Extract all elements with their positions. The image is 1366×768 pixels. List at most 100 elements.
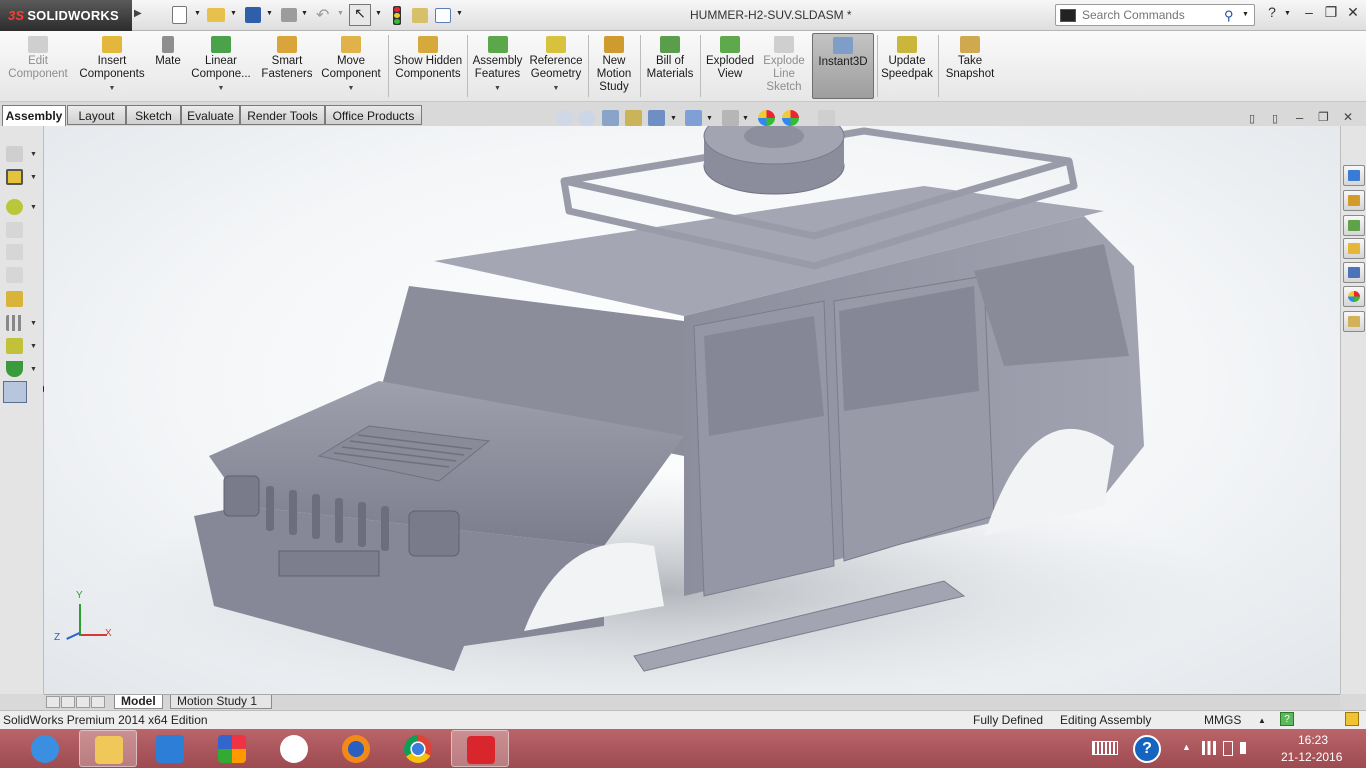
assembly-features-button[interactable]: Assembly Features ▼: [470, 33, 525, 99]
hide-show-dropdown-icon[interactable]: ▼: [742, 115, 749, 122]
flyout-arrow-icon[interactable]: ▼: [30, 343, 37, 350]
open-dropdown-icon[interactable]: ▼: [230, 10, 237, 17]
view-orientation-icon[interactable]: [648, 110, 665, 126]
show-hidden-components-button[interactable]: Show Hidden Components: [392, 33, 464, 99]
properties-tab[interactable]: [1343, 262, 1365, 283]
select-dropdown-icon[interactable]: ▼: [375, 10, 382, 17]
new-document-icon[interactable]: [172, 6, 187, 24]
flyout-arrow-icon[interactable]: ▼: [30, 151, 37, 158]
file-explorer-tab[interactable]: [1343, 215, 1365, 236]
battery-icon[interactable]: [1223, 741, 1233, 756]
sphere-icon[interactable]: [6, 199, 23, 215]
copy-component-icon[interactable]: [6, 146, 23, 162]
print-icon[interactable]: [281, 8, 297, 22]
taskbar-firefox[interactable]: [327, 730, 385, 767]
tile-vertical-icon[interactable]: ▯: [1272, 112, 1278, 125]
prev-tab-arrow[interactable]: [61, 696, 75, 708]
tab-motion-study[interactable]: Motion Study 1: [170, 695, 272, 709]
undo-dropdown-icon[interactable]: ▼: [337, 10, 344, 17]
curve-icon[interactable]: [6, 361, 23, 377]
flyout-arrow-icon[interactable]: ▼: [30, 174, 37, 181]
graphics-area[interactable]: Y X Z: [44, 126, 1340, 694]
first-tab-arrow[interactable]: [46, 696, 60, 708]
tab-model[interactable]: Model: [114, 695, 163, 709]
volume-icon[interactable]: [1240, 742, 1252, 754]
section-view-icon[interactable]: [625, 110, 642, 126]
view-palette-tab[interactable]: [1343, 238, 1365, 259]
clock-time[interactable]: 16:23: [1298, 733, 1328, 747]
zoom-to-fit-icon[interactable]: [556, 110, 573, 126]
open-folder-icon[interactable]: [207, 8, 225, 22]
tab-render-tools[interactable]: Render Tools: [240, 105, 325, 125]
help-tray-icon[interactable]: ?: [1133, 735, 1161, 763]
component-properties-icon[interactable]: [6, 291, 23, 307]
next-tab-arrow[interactable]: [76, 696, 90, 708]
taskbar-solidworks[interactable]: [451, 730, 509, 767]
flyout-arrow-icon[interactable]: ▼: [30, 320, 37, 327]
reference-point-icon[interactable]: [6, 338, 23, 354]
restore-button[interactable]: ❐: [1320, 4, 1342, 24]
show-hidden-icons-arrow[interactable]: ▲: [1182, 742, 1191, 752]
tab-office-products[interactable]: Office Products: [325, 105, 422, 125]
linear-pattern-dropdown-icon[interactable]: ▼: [188, 82, 254, 95]
hide-show-items-icon[interactable]: [722, 110, 739, 126]
appearances-tab[interactable]: [1343, 286, 1365, 307]
taskbar-photo-app[interactable]: [203, 730, 261, 767]
search-dropdown-icon[interactable]: ▼: [1242, 11, 1249, 18]
search-input[interactable]: [1082, 7, 1222, 23]
search-icon[interactable]: ⚲: [1224, 8, 1234, 24]
component-frame-icon[interactable]: [6, 169, 23, 185]
select-cursor-icon[interactable]: ↖: [349, 4, 371, 26]
taskbar-chrome[interactable]: [389, 730, 447, 767]
edit-component-button[interactable]: Edit Component: [4, 33, 72, 99]
undo-icon[interactable]: ↶: [316, 5, 329, 25]
view-orientation-dropdown-icon[interactable]: ▼: [670, 115, 677, 122]
options-dropdown-icon[interactable]: ▼: [456, 10, 463, 17]
instant3d-button[interactable]: Instant3D: [812, 33, 874, 99]
minimize-button[interactable]: –: [1298, 4, 1320, 24]
taskbar-file-explorer[interactable]: [79, 730, 137, 767]
mate-button[interactable]: Mate: [150, 33, 186, 99]
display-style-icon[interactable]: [685, 110, 702, 126]
notification-icon[interactable]: [1345, 712, 1359, 726]
smart-fasteners-button[interactable]: Smart Fasteners: [258, 33, 316, 99]
units-selector[interactable]: MMGS: [1204, 713, 1241, 727]
tile-horizontal-icon[interactable]: ▯: [1249, 112, 1255, 125]
solidworks-logo[interactable]: 3S SOLIDWORKS: [0, 0, 132, 31]
search-commands-box[interactable]: ⚲ ▼: [1055, 4, 1255, 26]
help-dropdown-icon[interactable]: ▼: [1284, 10, 1291, 17]
previous-view-icon[interactable]: [602, 110, 619, 126]
instant3d-toggle-icon[interactable]: [3, 381, 27, 403]
custom-properties-tab[interactable]: [1343, 311, 1365, 332]
view-settings-icon[interactable]: [818, 110, 835, 126]
insert-components-dropdown-icon[interactable]: ▼: [76, 82, 148, 95]
clock-date[interactable]: 21-12-2016: [1281, 750, 1342, 764]
rebuild-traffic-light-icon[interactable]: [393, 6, 401, 25]
tab-assembly[interactable]: Assembly: [2, 105, 66, 127]
reference-geometry-dropdown-icon[interactable]: ▼: [528, 82, 584, 95]
apply-scene-icon[interactable]: [782, 110, 799, 126]
explode-line-sketch-button[interactable]: Explode Line Sketch: [758, 33, 810, 99]
tab-layout[interactable]: Layout: [67, 105, 126, 125]
keyboard-icon[interactable]: [1092, 741, 1118, 755]
options-icon[interactable]: [435, 8, 451, 23]
menu-flyout-icon[interactable]: ▶: [134, 8, 142, 19]
flyout-arrow-icon[interactable]: ▼: [30, 366, 37, 373]
tab-evaluate[interactable]: Evaluate: [181, 105, 240, 125]
design-library-tab[interactable]: [1343, 190, 1365, 211]
bill-of-materials-button[interactable]: Bill of Materials: [643, 33, 697, 99]
assembly-features-dropdown-icon[interactable]: ▼: [470, 82, 525, 95]
new-motion-study-button[interactable]: New Motion Study: [591, 33, 637, 99]
save-icon[interactable]: [245, 7, 261, 23]
help-icon[interactable]: ?: [1261, 4, 1283, 24]
move-component-dropdown-icon[interactable]: ▼: [318, 82, 384, 95]
reference-geometry-button[interactable]: Reference Geometry ▼: [528, 33, 584, 99]
doc-restore-button[interactable]: ❐: [1318, 110, 1329, 124]
take-snapshot-button[interactable]: Take Snapshot: [941, 33, 999, 99]
file-properties-icon[interactable]: [412, 8, 428, 23]
save-dropdown-icon[interactable]: ▼: [266, 10, 273, 17]
flyout-arrow-icon[interactable]: ▼: [30, 204, 37, 211]
help-quick-icon[interactable]: ?: [1280, 712, 1294, 726]
solidworks-resources-tab[interactable]: [1343, 165, 1365, 186]
pattern-dots-icon[interactable]: [6, 315, 23, 331]
